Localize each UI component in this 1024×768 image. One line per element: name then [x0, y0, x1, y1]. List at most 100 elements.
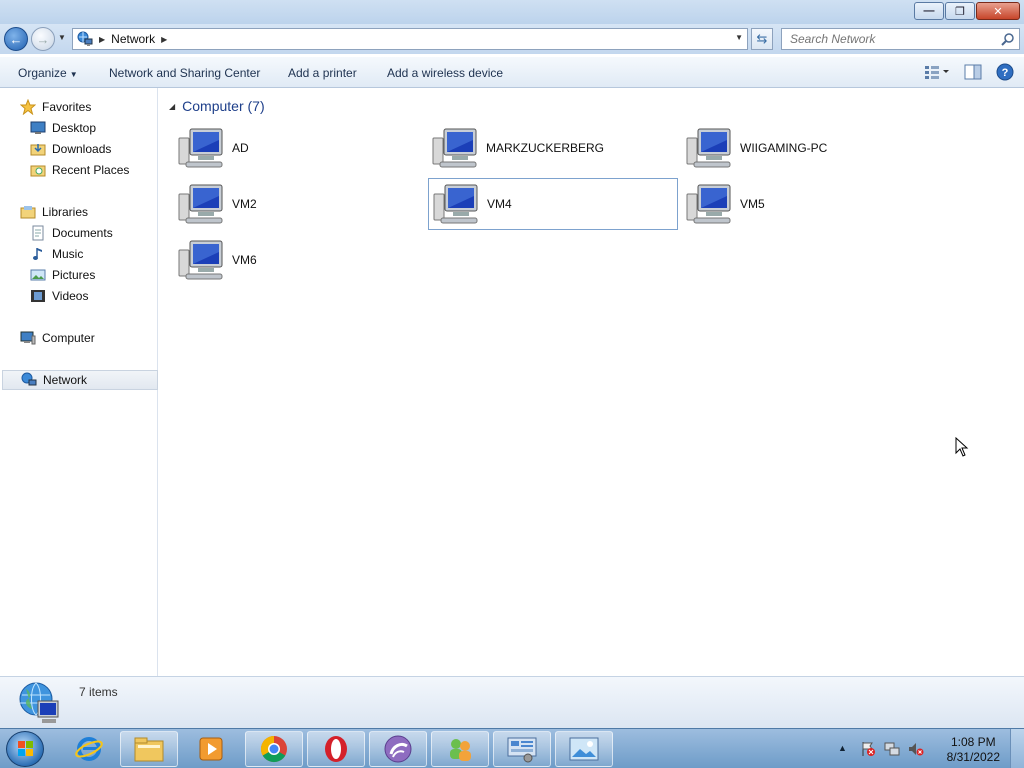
volume-muted-icon[interactable]: [908, 741, 924, 757]
sidebar-item-recent-places[interactable]: Recent Places: [30, 160, 129, 180]
clock[interactable]: 1:08 PM 8/31/2022: [947, 735, 1000, 765]
videos-icon: [31, 290, 45, 302]
breadcrumb-separator-icon[interactable]: ▶: [99, 35, 105, 44]
command-bar: Organize ▼ Network and Sharing Center Add…: [0, 56, 1024, 88]
computer-name: VM4: [487, 197, 512, 211]
preview-pane-icon[interactable]: [964, 64, 982, 80]
sidebar-item-label: Documents: [52, 226, 113, 240]
view-controls: ?: [924, 63, 1014, 81]
network-icon: [77, 31, 93, 46]
libraries-icon: [20, 206, 36, 219]
close-button[interactable]: ✕: [976, 2, 1020, 20]
network-sharing-center-button[interactable]: Network and Sharing Center: [109, 66, 260, 80]
network-window-taskbar-button[interactable]: [555, 731, 613, 767]
group-header-computer[interactable]: ◢ Computer (7): [169, 98, 265, 114]
back-button[interactable]: ←: [4, 27, 28, 51]
collapse-triangle-icon[interactable]: ◢: [169, 102, 175, 111]
sidebar-item-label: Music: [52, 247, 84, 261]
history-dropdown-icon[interactable]: ▼: [58, 33, 66, 42]
music-note-icon: [33, 248, 42, 260]
sidebar-item-pictures[interactable]: Pictures: [30, 265, 95, 285]
computer-tile-vm5[interactable]: VM5: [682, 178, 932, 230]
details-pane: 7 items: [0, 676, 1024, 728]
network-status-icon[interactable]: [884, 741, 900, 757]
computer-name: VM5: [740, 197, 765, 211]
chrome-icon: [260, 735, 287, 763]
computer-icon: [686, 128, 731, 168]
computer-tile-markzuckerberg[interactable]: MARKZUCKERBERG: [428, 122, 678, 174]
chevron-down-icon: ▼: [69, 70, 78, 79]
start-button[interactable]: [6, 731, 44, 767]
clock-time: 1:08 PM: [950, 735, 996, 749]
computer-name: VM6: [232, 253, 257, 267]
media-player-taskbar-button[interactable]: [182, 731, 240, 767]
maximize-icon: ❐: [955, 5, 965, 18]
sidebar-item-label: Computer: [42, 331, 95, 345]
address-bar[interactable]: ▶ Network ▶ ▼: [72, 28, 748, 50]
desktop-icon: [30, 121, 46, 134]
torrent-client-icon: [384, 735, 412, 763]
sidebar-item-videos[interactable]: Videos: [30, 286, 88, 306]
torrent-client-taskbar-button[interactable]: [369, 731, 427, 767]
title-bar: — ❐ ✕: [0, 0, 1024, 24]
sidebar-item-label: Downloads: [52, 142, 112, 156]
search-box[interactable]: [781, 28, 1020, 50]
internet-explorer-taskbar-button[interactable]: [60, 731, 118, 767]
maximize-button[interactable]: ❐: [945, 2, 975, 20]
show-hidden-icons-icon[interactable]: ▲: [838, 743, 847, 753]
control-panel-taskbar-button[interactable]: [493, 731, 551, 767]
item-count: 7 items: [79, 685, 118, 699]
computer-icon: [178, 128, 223, 168]
navigation-pane: Favorites Desktop Downloads Recent Place…: [0, 88, 158, 676]
sidebar-item-network[interactable]: Network: [2, 370, 158, 390]
minimize-icon: —: [923, 5, 935, 17]
show-desktop-button[interactable]: [1010, 729, 1024, 768]
add-printer-button[interactable]: Add a printer: [288, 66, 357, 80]
window-controls: — ❐ ✕: [914, 2, 1020, 20]
taskbar: ▲ 1:08 PM 8/31/2022: [0, 728, 1024, 768]
minimize-button[interactable]: —: [914, 2, 944, 20]
system-tray: ▲ 1:08 PM 8/31/2022: [834, 729, 1024, 768]
recent-places-icon: [30, 165, 46, 177]
computer-tile-vm6[interactable]: VM6: [174, 234, 424, 286]
breadcrumb-separator-icon[interactable]: ▶: [161, 35, 167, 44]
search-input[interactable]: [790, 32, 990, 46]
search-icon[interactable]: [1001, 32, 1015, 46]
pictures-icon: [30, 269, 46, 281]
organize-menu[interactable]: Organize ▼: [18, 66, 78, 80]
close-icon: ✕: [993, 5, 1003, 18]
computer-icon: [178, 240, 223, 280]
computer-tile-wiigaming-pc[interactable]: WIIGAMING-PC: [682, 122, 932, 174]
sidebar-item-libraries[interactable]: Libraries: [20, 202, 88, 222]
computer-name: VM2: [232, 197, 257, 211]
svg-text:?: ?: [1002, 67, 1009, 79]
sidebar-item-downloads[interactable]: Downloads: [30, 139, 111, 159]
forward-button[interactable]: →: [31, 27, 55, 51]
sidebar-item-desktop[interactable]: Desktop: [30, 118, 96, 138]
opera-taskbar-button[interactable]: [307, 731, 365, 767]
computer-tile-ad[interactable]: AD: [174, 122, 424, 174]
refresh-icon: ⇆: [756, 31, 768, 46]
action-center-flag-icon[interactable]: [860, 741, 876, 757]
breadcrumb-network[interactable]: Network: [111, 32, 155, 46]
refresh-button[interactable]: ⇆: [751, 28, 773, 50]
clock-date: 8/31/2022: [946, 750, 1000, 764]
computer-name: MARKZUCKERBERG: [486, 141, 605, 155]
change-view-icon[interactable]: [924, 64, 950, 80]
chrome-taskbar-button[interactable]: [245, 731, 303, 767]
sidebar-item-label: Recent Places: [52, 163, 130, 177]
sidebar-item-favorites[interactable]: Favorites: [20, 97, 91, 117]
address-dropdown-icon[interactable]: ▼: [735, 33, 743, 42]
sidebar-item-documents[interactable]: Documents: [30, 223, 113, 243]
computer-icon: [178, 184, 223, 224]
photo-viewer-icon: [569, 737, 599, 761]
sidebar-item-music[interactable]: Music: [30, 244, 83, 264]
computer-icon: [20, 331, 36, 345]
messenger-taskbar-button[interactable]: [431, 731, 489, 767]
help-icon[interactable]: ?: [996, 63, 1014, 81]
sidebar-item-computer[interactable]: Computer: [20, 328, 95, 348]
add-wireless-device-button[interactable]: Add a wireless device: [387, 66, 503, 80]
windows-explorer-taskbar-button[interactable]: [120, 731, 178, 767]
computer-tile-vm4[interactable]: VM4: [428, 178, 678, 230]
computer-tile-vm2[interactable]: VM2: [174, 178, 424, 230]
